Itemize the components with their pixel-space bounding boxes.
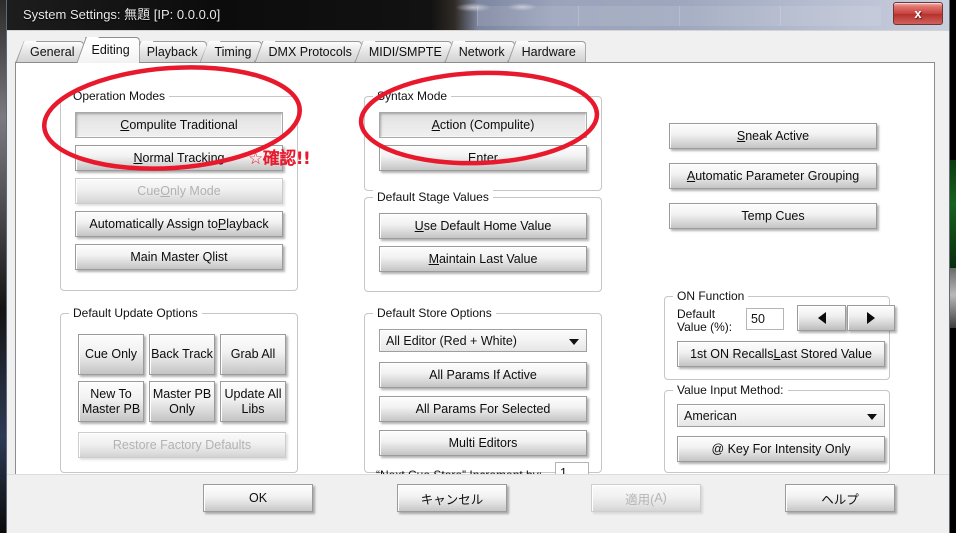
button-automatic-parameter-grouping[interactable]: Automatic Parameter Grouping [669, 163, 877, 189]
button-restore-factory-defaults: Restore Factory Defaults [78, 432, 286, 458]
button-master-pb-only[interactable]: Master PB Only [149, 381, 215, 422]
tab-hardware[interactable]: Hardware [506, 41, 586, 63]
button-cue-only[interactable]: Cue Only [78, 334, 144, 375]
tab-general[interactable]: General [15, 41, 85, 63]
group-legend-default-stage-values: Default Stage Values [373, 190, 493, 204]
titlebar-tile [477, 6, 578, 26]
combo-default-store-editor[interactable]: All Editor (Red + White) [379, 329, 587, 352]
label-default-value-percent: Default Value (%): [677, 307, 733, 334]
button-sneak-active[interactable]: Sneak Active [669, 123, 877, 149]
group-default-update-options: Default Update Options Cue Only Back Tra… [60, 306, 298, 473]
group-value-input-method: Value Input Method: American @ Key For I… [664, 383, 890, 473]
group-default-stage-values: Default Stage Values Use Default Home Va… [364, 190, 602, 292]
button-main-master-qlist[interactable]: Main Master Qlist [75, 244, 283, 270]
settings-tab-strip: General Editing Playback Timing DMX Protocol… [15, 37, 586, 63]
combo-value-input-method[interactable]: American [677, 404, 885, 427]
apply-button: 適用(A) [591, 484, 701, 512]
triangle-left-icon[interactable] [797, 305, 846, 331]
tab-midi-smpte[interactable]: MIDI/SMPTE [353, 41, 452, 63]
help-button[interactable]: ヘルプ [785, 484, 895, 512]
button-compulite-traditional[interactable]: Compulite Traditional [75, 112, 283, 138]
button-new-to-master-pb[interactable]: New To Master PB [78, 381, 144, 422]
button-all-params-if-active[interactable]: All Params If Active [379, 362, 587, 388]
tab-dmx-protocols[interactable]: DMX Protocols [253, 41, 362, 63]
window-client-area: General Editing Playback Timing DMX Protocol… [7, 30, 949, 533]
chevron-down-icon [569, 338, 579, 345]
close-icon-glyph: x [914, 6, 922, 21]
button-automatically-assign-to-playback[interactable]: Automatically Assign to Playback [75, 211, 283, 237]
button-maintain-last-value[interactable]: Maintain Last Value [379, 246, 587, 272]
triangle-right-icon[interactable] [847, 305, 895, 331]
titlebar-tile [578, 6, 679, 26]
button-1st-on-recalls-last-stored-value[interactable]: 1st ON Recalls Last Stored Value [677, 341, 885, 367]
ok-button[interactable]: OK [203, 484, 313, 512]
window-title: System Settings: 無題 [IP: 0.0.0.0] [23, 7, 221, 22]
dialog-button-bar: OK キャンセル 適用(A) ヘルプ [7, 474, 949, 533]
group-legend-default-update-options: Default Update Options [69, 306, 202, 320]
button-back-track[interactable]: Back Track [149, 334, 215, 375]
input-on-default-value-text: 50 [751, 312, 765, 326]
close-icon[interactable]: x [893, 2, 943, 25]
button-enter[interactable]: Enter [379, 145, 587, 171]
group-on-function: ON Function Default Value (%): 50 1st ON… [664, 289, 895, 380]
editing-tab-panel: Operation Modes Compulite Traditional No… [15, 62, 935, 494]
tab-playback[interactable]: Playback [131, 41, 208, 63]
button-use-default-home-value[interactable]: Use Default Home Value [379, 213, 587, 239]
group-default-store-options: Default Store Options All Editor (Red + … [364, 306, 602, 484]
group-legend-value-input-method: Value Input Method: [673, 383, 788, 397]
titlebar-tile [679, 6, 780, 26]
button-multi-editors[interactable]: Multi Editors [379, 430, 587, 456]
window-title-bar: System Settings: 無題 [IP: 0.0.0.0] x [7, 0, 949, 30]
chevron-down-icon [867, 413, 877, 420]
system-settings-window: System Settings: 無題 [IP: 0.0.0.0] x Gene… [6, 0, 950, 533]
group-legend-operation-modes: Operation Modes [69, 89, 170, 103]
triangle-left-glyph [817, 312, 826, 324]
button-action-compulite[interactable]: Action (Compulite) [379, 112, 587, 138]
combo-default-store-editor-value: All Editor (Red + White) [386, 333, 517, 348]
group-legend-default-store-options: Default Store Options [373, 306, 496, 320]
tab-timing[interactable]: Timing [199, 41, 262, 63]
combo-value-input-method-value: American [684, 408, 737, 423]
annotation-note: ☆確認!! [248, 149, 311, 169]
input-on-default-value[interactable]: 50 [746, 308, 784, 330]
button-cue-only-mode: Cue Only Mode [75, 178, 283, 204]
triangle-right-glyph [867, 312, 875, 324]
button-temp-cues[interactable]: Temp Cues [669, 203, 877, 229]
titlebar-tile [780, 6, 881, 26]
group-legend-syntax-mode: Syntax Mode [373, 89, 452, 103]
group-operation-modes: Operation Modes Compulite Traditional No… [60, 89, 298, 291]
group-syntax-mode: Syntax Mode Action (Compulite) Enter [364, 89, 602, 191]
group-legend-on-function: ON Function [673, 289, 749, 303]
cancel-button[interactable]: キャンセル [397, 484, 507, 512]
button-at-key-for-intensity-only[interactable]: @ Key For Intensity Only [677, 436, 885, 462]
tab-editing[interactable]: Editing [76, 37, 140, 63]
button-update-all-libs[interactable]: Update All Libs [220, 381, 286, 422]
button-grab-all[interactable]: Grab All [220, 334, 286, 375]
tab-network[interactable]: Network [443, 41, 515, 63]
button-all-params-for-selected[interactable]: All Params For Selected [379, 396, 587, 422]
